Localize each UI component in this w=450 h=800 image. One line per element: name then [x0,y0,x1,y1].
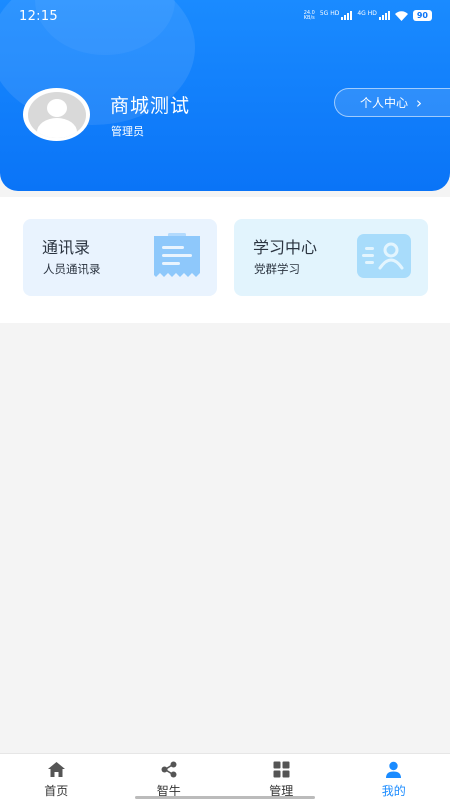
card-subtitle: 党群学习 [254,262,300,276]
user-role: 管理员 [111,125,144,138]
bottom-tab-bar: 首页 智牛 管理 我的 [0,753,450,800]
tab-zhiniu[interactable]: 智牛 [113,754,226,800]
profile-header: 12:15 24.0 KB/s 5G HD 4G HD 90 商城测试 管理员 … [0,0,450,191]
card-subtitle: 人员通讯录 [43,262,101,276]
card-title: 学习中心 [253,238,318,257]
sim2-signal-icon: 4G HD [357,11,390,20]
tab-manage[interactable]: 管理 [225,754,338,800]
contacts-note-icon [153,233,201,283]
study-center-card[interactable]: 学习中心 党群学习 [234,219,428,296]
contacts-card[interactable]: 通讯录 人员通讯录 [23,219,217,296]
id-card-icon [356,233,412,283]
avatar[interactable] [23,88,90,141]
status-icons: 24.0 KB/s 5G HD 4G HD 90 [304,10,432,21]
personal-center-button[interactable]: 个人中心 › [334,88,450,117]
shortcut-panel: 通讯录 人员通讯录 学习中心 党群学习 [0,197,450,323]
tab-label: 我的 [381,784,406,798]
tab-home[interactable]: 首页 [0,754,113,800]
chevron-right-icon: › [416,93,423,112]
user-icon [385,761,402,778]
tab-mine[interactable]: 我的 [338,754,450,800]
personal-center-label: 个人中心 [360,96,409,110]
home-icon [47,761,66,778]
status-time: 12:15 [19,9,58,24]
sim1-signal-icon: 5G HD [320,11,353,20]
network-speed: 24.0 KB/s [303,9,315,21]
home-indicator[interactable] [135,796,315,799]
tab-label: 首页 [44,784,69,798]
battery-icon: 90 [412,10,432,21]
wifi-icon [394,10,408,21]
share-icon [160,761,178,778]
card-title: 通讯录 [42,238,91,257]
user-name: 商城测试 [110,95,191,117]
grid-icon [273,761,290,778]
status-bar: 12:15 24.0 KB/s 5G HD 4G HD 90 [0,0,450,34]
default-avatar-icon [27,91,86,138]
